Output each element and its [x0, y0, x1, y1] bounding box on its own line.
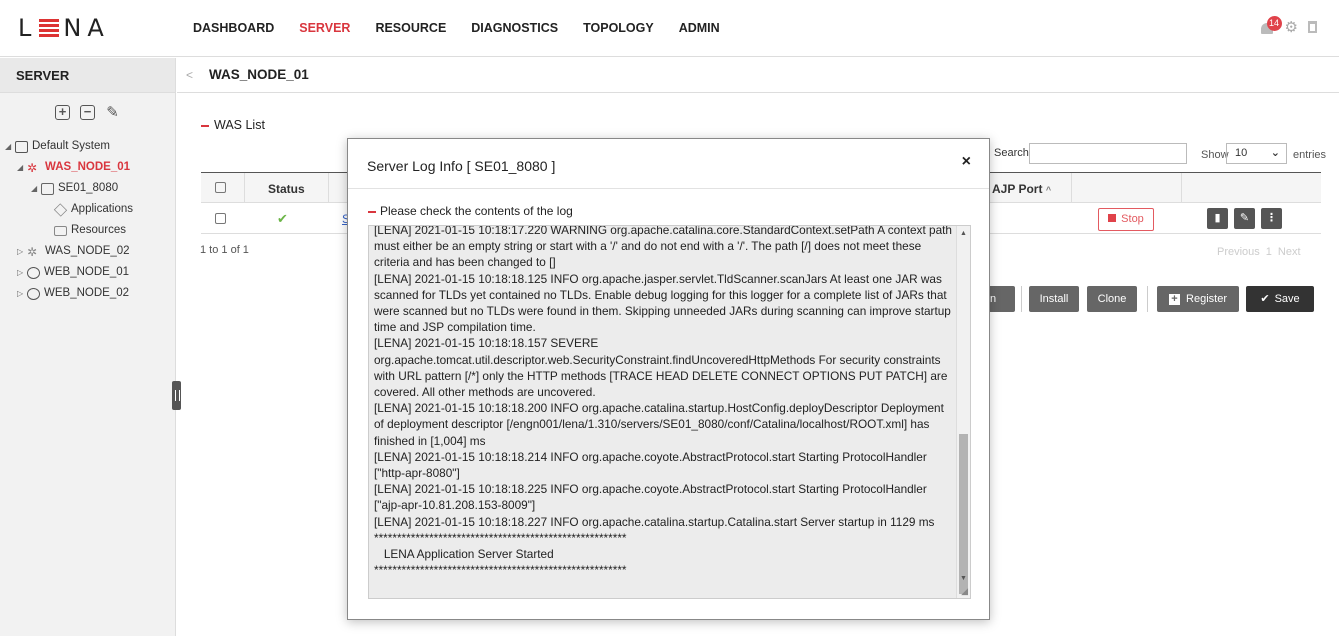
- was-node-icon: ✲: [27, 160, 38, 175]
- settings-gear-icon[interactable]: ⚙: [1285, 18, 1298, 36]
- modal-subtitle: Please check the contents of the log: [368, 204, 573, 218]
- system-icon: [15, 140, 28, 153]
- lena-logo[interactable]: L NA: [18, 14, 110, 42]
- check-icon: ✔: [1260, 293, 1270, 305]
- server-log-modal: Server Log Info [ SE01_8080 ] × Please c…: [347, 138, 990, 620]
- stop-button[interactable]: Stop: [1098, 208, 1154, 231]
- tree-item-was-node-01[interactable]: ◢ ✲ WAS_NODE_01: [0, 157, 175, 178]
- web-node-icon: [27, 287, 40, 300]
- column-ajp-port[interactable]: AJP Port ^: [992, 182, 1051, 196]
- nav-dashboard[interactable]: DASHBOARD: [193, 21, 274, 35]
- add-node-icon[interactable]: +: [55, 105, 70, 120]
- tree-item-was-node-02[interactable]: ▷ ✲ WAS_NODE_02: [0, 241, 175, 262]
- next-page-button[interactable]: Next: [1278, 246, 1301, 258]
- nav-admin[interactable]: ADMIN: [679, 21, 720, 35]
- clone-button[interactable]: Clone: [1087, 286, 1137, 312]
- breadcrumb: < WAS_NODE_01: [177, 58, 1339, 93]
- modal-title: Server Log Info [ SE01_8080 ]: [367, 158, 556, 174]
- search-label: Search: [994, 147, 1029, 159]
- register-button[interactable]: + Register: [1157, 286, 1239, 312]
- install-button[interactable]: Install: [1029, 286, 1079, 312]
- pagination: Previous 1 Next: [1217, 246, 1301, 258]
- collapse-sidebar-icon[interactable]: <: [186, 68, 193, 82]
- resize-handle-icon[interactable]: ◢: [961, 586, 968, 597]
- nav-diagnostics[interactable]: DIAGNOSTICS: [471, 21, 558, 35]
- sidebar-title: SERVER: [0, 58, 175, 93]
- main-nav: DASHBOARD SERVER RESOURCE DIAGNOSTICS TO…: [193, 21, 745, 35]
- expand-arrow-icon[interactable]: ◢: [17, 157, 27, 178]
- remove-node-icon[interactable]: −: [80, 105, 95, 120]
- close-icon[interactable]: ×: [962, 153, 971, 171]
- more-icon[interactable]: ⋮: [1261, 208, 1282, 229]
- collapse-arrow-icon[interactable]: ▷: [17, 241, 27, 262]
- logout-icon[interactable]: [1308, 21, 1317, 33]
- scroll-up-icon[interactable]: ▲: [960, 230, 967, 237]
- page-title: WAS_NODE_01: [209, 67, 309, 82]
- server-icon: [41, 182, 54, 195]
- previous-page-button[interactable]: Previous: [1217, 246, 1260, 258]
- sidebar-toolbar: + − ✎: [0, 105, 175, 120]
- was-node-icon: ✲: [27, 244, 38, 259]
- sidebar: SERVER + − ✎ ◢ Default System ◢ ✲ WAS_NODE_…: [0, 58, 176, 636]
- log-content: [LENA] 2021-01-15 10:18:17.220 WARNING o…: [374, 225, 952, 578]
- logo-e-mark: [39, 19, 60, 37]
- tree-item-web-node-02[interactable]: ▷ WEB_NODE_02: [0, 283, 175, 304]
- chevron-down-icon: ⌄: [1270, 147, 1280, 159]
- top-navbar: L NA DASHBOARD SERVER RESOURCE DIAGNOSTIC…: [0, 0, 1339, 57]
- log-textarea[interactable]: [LENA] 2021-01-15 10:18:17.220 WARNING o…: [368, 225, 971, 599]
- edit-node-icon[interactable]: ✎: [105, 105, 120, 120]
- collapse-arrow-icon[interactable]: ▷: [17, 283, 27, 304]
- scroll-down-icon[interactable]: ▼: [960, 575, 967, 582]
- search-input[interactable]: [1029, 143, 1187, 164]
- status-ok-icon: ✔: [277, 211, 288, 226]
- resources-icon: [54, 225, 67, 236]
- stop-icon: [1108, 214, 1117, 222]
- page-1-button[interactable]: 1: [1266, 246, 1272, 258]
- tree-item-resources[interactable]: Resources: [0, 220, 175, 241]
- tree-item-se01-8080[interactable]: ◢ SE01_8080: [0, 178, 175, 199]
- tree-item-default-system[interactable]: ◢ Default System: [0, 136, 175, 157]
- row-checkbox[interactable]: [215, 213, 226, 224]
- select-all-checkbox[interactable]: [215, 182, 226, 193]
- top-icons: 14 ⚙: [1259, 16, 1317, 36]
- web-node-icon: [27, 266, 40, 279]
- edit-icon[interactable]: ✎: [1234, 208, 1255, 229]
- applications-icon: [53, 202, 68, 217]
- tree-item-web-node-01[interactable]: ▷ WEB_NODE_01: [0, 262, 175, 283]
- delete-icon[interactable]: ▮: [1207, 208, 1228, 229]
- nav-resource[interactable]: RESOURCE: [375, 21, 446, 35]
- scroll-thumb[interactable]: [959, 434, 968, 594]
- collapse-arrow-icon[interactable]: ▷: [17, 262, 27, 283]
- tree-item-applications[interactable]: Applications: [0, 199, 175, 220]
- page-size-select[interactable]: 10 ⌄: [1226, 143, 1287, 164]
- notification-bell-icon[interactable]: 14: [1259, 16, 1282, 36]
- show-label: Show: [1201, 149, 1229, 161]
- expand-arrow-icon[interactable]: ◢: [5, 136, 15, 157]
- notification-badge: 14: [1266, 16, 1282, 31]
- nav-server[interactable]: SERVER: [299, 21, 350, 35]
- entries-label: entries: [1293, 149, 1327, 161]
- table-info: 1 to 1 of 1: [200, 244, 249, 256]
- save-button[interactable]: ✔ Save: [1246, 286, 1314, 312]
- section-title: WAS List: [201, 118, 265, 132]
- server-tree: ◢ Default System ◢ ✲ WAS_NODE_01 ◢ SE01_8080…: [0, 136, 175, 304]
- log-scrollbar[interactable]: ▲ ▼: [956, 226, 970, 598]
- column-status[interactable]: Status: [268, 182, 305, 196]
- sidebar-splitter-handle[interactable]: [172, 381, 181, 410]
- expand-arrow-icon[interactable]: ◢: [31, 178, 41, 199]
- nav-topology[interactable]: TOPOLOGY: [583, 21, 654, 35]
